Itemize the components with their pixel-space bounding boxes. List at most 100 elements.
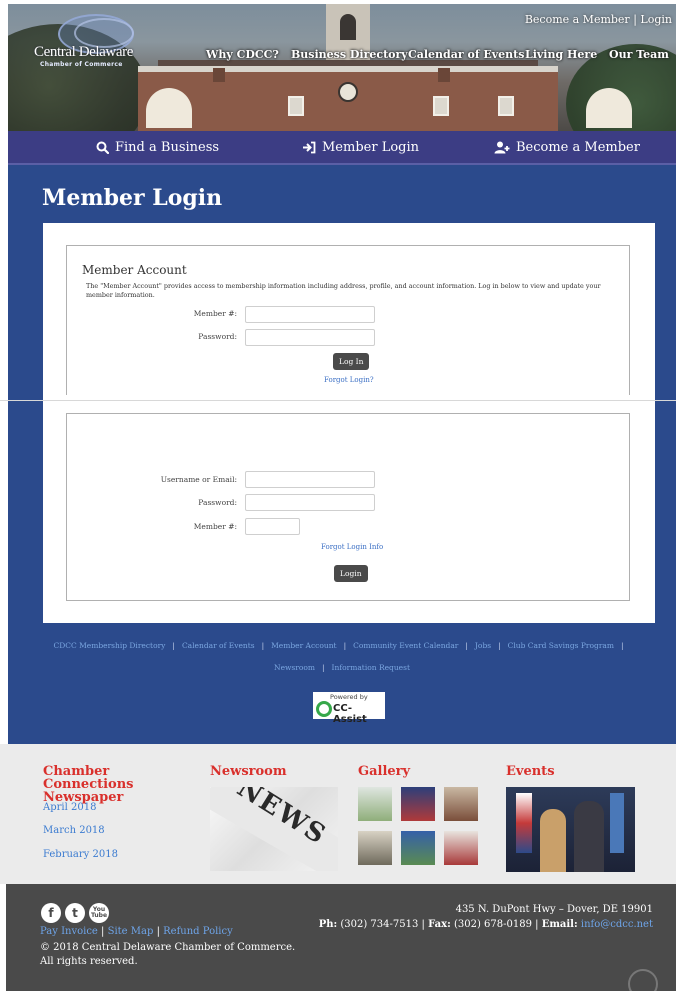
events-title: Events <box>506 764 555 779</box>
member-number-label: Member #: <box>193 522 237 531</box>
link-calendar-of-events[interactable]: Calendar of Events <box>182 641 255 650</box>
header-photo-window <box>288 96 304 116</box>
newsroom-image[interactable]: NEWS <box>210 787 338 871</box>
username-input[interactable] <box>245 471 375 488</box>
header-photo-arch <box>586 88 632 128</box>
header-photo-chimney <box>438 68 450 82</box>
header-photo-window <box>498 96 514 116</box>
gallery-thumbnail[interactable] <box>358 831 392 865</box>
page-title: Member Login <box>42 185 223 211</box>
top-links-separator: | <box>633 13 637 26</box>
twitter-icon[interactable]: t <box>65 903 85 923</box>
link-club-card-savings[interactable]: Club Card Savings Program <box>508 641 614 650</box>
youtube-icon[interactable]: You Tube <box>89 903 109 923</box>
member-account-box: Member Account The "Member Account" prov… <box>66 245 630 395</box>
site-footer: f t You Tube Pay Invoice | Site Map | Re… <box>6 884 676 991</box>
email-link[interactable]: info@cdcc.net <box>581 919 653 930</box>
newsroom-title: Newsroom <box>210 764 287 779</box>
link-information-request[interactable]: Information Request <box>332 663 410 672</box>
event-person-graphic <box>574 801 604 872</box>
link-community-event-calendar[interactable]: Community Event Calendar <box>353 641 458 650</box>
member-login-button[interactable]: Member Login <box>302 140 419 155</box>
member-number-input[interactable] <box>245 518 300 535</box>
cc-assist-logo-icon <box>316 701 332 717</box>
main-content: Member Login Member Account The "Member … <box>8 165 676 744</box>
link-membership-directory[interactable]: CDCC Membership Directory <box>53 641 165 650</box>
cc-assist-brand: CC-Assist <box>333 703 367 725</box>
nav-our-team[interactable]: Our Team <box>609 48 669 61</box>
find-business-label: Find a Business <box>115 140 220 155</box>
become-member-button[interactable]: Become a Member <box>494 140 640 155</box>
event-person-graphic <box>540 809 566 872</box>
log-in-button[interactable]: Log In <box>333 353 370 370</box>
nav-business-directory[interactable]: Business Directory <box>291 48 408 61</box>
member-number-input[interactable] <box>245 306 375 323</box>
link-jobs[interactable]: Jobs <box>475 641 491 650</box>
main-nav: Why CDCC? Business Directory Calendar of… <box>8 48 676 68</box>
username-label: Username or Email: <box>160 475 237 484</box>
member-login-label: Member Login <box>322 140 420 155</box>
panel-divider-line <box>0 400 676 401</box>
footer-link-separator: | <box>156 926 160 937</box>
link-separator: | <box>465 641 468 650</box>
events-image[interactable] <box>506 787 635 872</box>
gallery-thumbnail[interactable] <box>444 787 478 821</box>
become-member-label: Become a Member <box>516 140 640 155</box>
newspaper-item[interactable]: February 2018 <box>43 849 118 860</box>
contact-separator: | <box>535 919 539 930</box>
gallery-thumbnail[interactable] <box>444 831 478 865</box>
search-icon <box>96 141 109 154</box>
nav-living-here[interactable]: Living Here <box>525 48 597 61</box>
login-link[interactable]: Login <box>640 13 672 26</box>
site-map-link[interactable]: Site Map <box>108 926 154 937</box>
footer-legal-links: Pay Invoice | Site Map | Refund Policy <box>40 926 233 937</box>
password-input[interactable] <box>245 494 375 511</box>
powered-by-label: Powered by <box>330 693 368 701</box>
copyright-text: © 2018 Central Delaware Chamber of Comme… <box>40 942 296 967</box>
footer-link-separator: | <box>101 926 105 937</box>
forgot-login-info-link[interactable]: Forgot Login Info <box>321 543 383 551</box>
newspaper-item[interactable]: April 2018 <box>43 802 96 813</box>
link-separator: | <box>343 641 347 650</box>
pay-invoice-link[interactable]: Pay Invoice <box>40 926 98 937</box>
header-photo-arch <box>146 88 192 128</box>
link-separator: | <box>261 641 265 650</box>
link-separator: | <box>172 641 175 650</box>
link-newsroom[interactable]: Newsroom <box>274 663 315 672</box>
footer-links-row: CDCC Membership Directory | Calendar of Ev… <box>8 635 676 657</box>
fax-label: Fax: <box>428 919 451 930</box>
corner-logo-icon <box>628 969 658 991</box>
header-photo-window <box>433 96 449 116</box>
link-member-account[interactable]: Member Account <box>271 641 336 650</box>
top-links: Become a Member | Login <box>525 13 672 26</box>
find-business-button[interactable]: Find a Business <box>96 140 219 155</box>
password-input[interactable] <box>245 329 375 346</box>
event-flag-graphic <box>610 793 624 853</box>
footer-links-row: Newsroom | Information Request <box>8 657 676 679</box>
contact-info: Ph: (302) 734-7513 | Fax: (302) 678-0189… <box>319 919 653 930</box>
nav-calendar-of-events[interactable]: Calendar of Events <box>408 48 524 61</box>
gallery-thumbnail[interactable] <box>358 787 392 821</box>
login-panel: Member Account The "Member Account" prov… <box>43 223 655 623</box>
login-form-box: Username or Email: Password: Member #: F… <box>66 413 630 601</box>
sign-in-icon <box>303 141 316 154</box>
facebook-icon[interactable]: f <box>41 903 61 923</box>
header-photo-clock <box>338 82 358 102</box>
password-label: Password: <box>198 498 237 507</box>
gallery-thumbnail[interactable] <box>401 831 435 865</box>
link-separator: | <box>322 663 325 672</box>
newspaper-item[interactable]: March 2018 <box>43 825 105 836</box>
contact-separator: | <box>421 919 425 930</box>
nav-why-cdcc[interactable]: Why CDCC? <box>206 48 279 61</box>
gallery-thumbnail[interactable] <box>401 787 435 821</box>
forgot-login-link[interactable]: Forgot Login? <box>324 376 374 384</box>
become-member-link[interactable]: Become a Member <box>525 13 630 26</box>
refund-policy-link[interactable]: Refund Policy <box>163 926 233 937</box>
footer-links: CDCC Membership Directory | Calendar of Ev… <box>8 635 676 679</box>
site-header: Central Delaware Chamber of Commerce Bec… <box>8 4 676 131</box>
password-label: Password: <box>198 332 237 341</box>
email-label: Email: <box>541 919 578 930</box>
newspaper-title: Chamber Connections Newspaper <box>43 764 134 805</box>
login-button[interactable]: Login <box>334 565 368 582</box>
powered-by-badge[interactable]: Powered by CC-Assist <box>313 692 385 725</box>
